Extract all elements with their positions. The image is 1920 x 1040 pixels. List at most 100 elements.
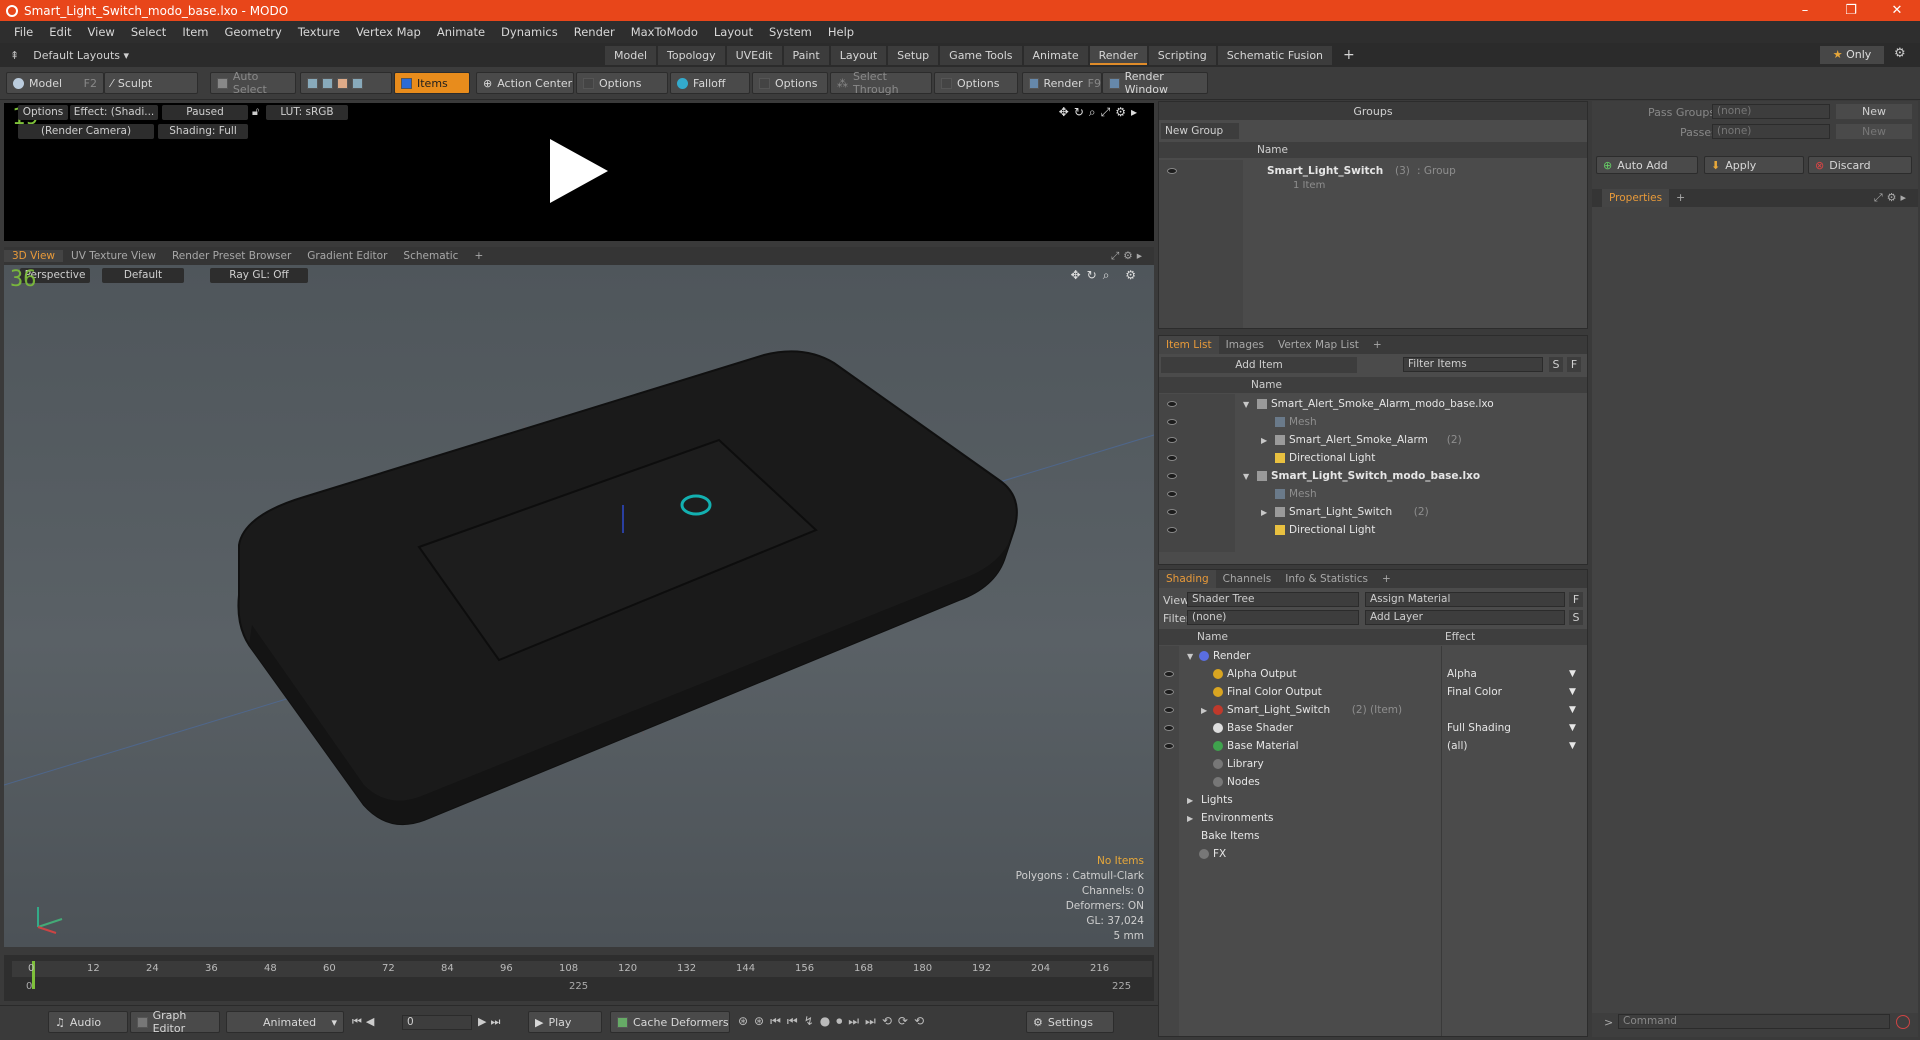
gear-icon[interactable]: ⚙: [1894, 46, 1906, 61]
f-toggle[interactable]: F: [1569, 592, 1583, 607]
audio-button[interactable]: ♫ Audio: [48, 1011, 128, 1033]
menu-dynamics[interactable]: Dynamics: [493, 25, 566, 39]
shader-tree-row[interactable]: Bake Items: [1159, 827, 1587, 845]
layout-collapse-icon[interactable]: ⇞: [10, 49, 19, 62]
add-viewport-tab[interactable]: +: [466, 250, 491, 262]
item-list-row[interactable]: ▼ Smart_Alert_Smoke_Alarm_modo_base.lxo: [1159, 395, 1587, 413]
tab-model[interactable]: Model: [605, 45, 657, 65]
edges-mode-icon[interactable]: [322, 77, 333, 89]
item-list-row[interactable]: ▼ Smart_Light_Switch_modo_base.lxo: [1159, 467, 1587, 485]
add-item-dropdown[interactable]: Add Item: [1161, 357, 1357, 373]
tab-uvedit[interactable]: UVEdit: [726, 45, 782, 65]
render-preview[interactable]: 19 Options Effect: (Shadi... Paused 🔓︎ L…: [4, 103, 1154, 241]
settings-button[interactable]: ⚙ Settings: [1026, 1011, 1114, 1033]
add-tab-button[interactable]: +: [1676, 191, 1685, 204]
only-toggle[interactable]: ★ Only: [1820, 46, 1884, 64]
timeline[interactable]: 0 12 24 36 48 60 72 84 96 108 120 132 144 156 168 180 19…: [4, 955, 1154, 1001]
render-window-button[interactable]: Render Window: [1102, 70, 1208, 96]
visibility-eye-icon[interactable]: [1167, 527, 1177, 533]
effect-dropdown[interactable]: Effect: (Shadi...: [70, 105, 158, 120]
chevron-down-icon[interactable]: ▼: [1569, 687, 1576, 697]
item-list-row[interactable]: Mesh: [1159, 485, 1587, 503]
visibility-eye-icon[interactable]: [1164, 671, 1174, 677]
materials-mode-icon[interactable]: [352, 77, 363, 89]
lock-icon[interactable]: 🔓︎: [252, 105, 259, 119]
expand-chevron-icon[interactable]: ▶: [1187, 814, 1193, 823]
menu-edit[interactable]: Edit: [41, 25, 79, 39]
shader-tree-row[interactable]: Base Material (all) ▼: [1159, 737, 1587, 755]
play-button[interactable]: ▶ Play: [528, 1011, 602, 1033]
visibility-eye-icon[interactable]: [1167, 473, 1177, 479]
effect-dropdown[interactable]: (all): [1447, 740, 1467, 752]
menu-select[interactable]: Select: [123, 25, 174, 39]
tab-properties[interactable]: Properties: [1602, 189, 1670, 207]
discard-button[interactable]: ⊗ Discard: [1808, 156, 1912, 174]
expand-chevron-icon[interactable]: ▶: [1261, 508, 1267, 517]
passes-dropdown[interactable]: (none): [1712, 124, 1830, 139]
visibility-eye-icon[interactable]: [1167, 509, 1177, 515]
chevron-down-icon[interactable]: ▼: [1569, 723, 1576, 733]
step-forward-icons[interactable]: ▶⏭: [478, 1015, 504, 1029]
visibility-eye-icon[interactable]: [1167, 437, 1177, 443]
minimize-button[interactable]: –: [1782, 0, 1828, 21]
vertices-mode-icon[interactable]: [307, 77, 318, 89]
menu-item[interactable]: Item: [174, 25, 216, 39]
record-icon[interactable]: [1896, 1015, 1910, 1029]
visibility-eye-icon[interactable]: [1164, 743, 1174, 749]
visibility-eye-icon[interactable]: [1167, 455, 1177, 461]
s-toggle[interactable]: S: [1569, 610, 1583, 625]
group-row[interactable]: Smart_Light_Switch (3) : Group: [1159, 162, 1587, 180]
apply-button[interactable]: ⬇ Apply: [1704, 156, 1804, 174]
animated-dropdown[interactable]: Animated ▾: [226, 1011, 344, 1033]
tab-vertex-map-list[interactable]: Vertex Map List: [1271, 336, 1366, 354]
item-list-row[interactable]: Mesh: [1159, 413, 1587, 431]
shader-tree-row[interactable]: Alpha Output Alpha ▼: [1159, 665, 1587, 683]
action-center-button[interactable]: ⊕ Action Center: [476, 72, 574, 94]
tab-scripting[interactable]: Scripting: [1148, 45, 1216, 65]
chevron-down-icon[interactable]: ▼: [1569, 705, 1576, 715]
tab-uv-texture-view[interactable]: UV Texture View: [63, 250, 164, 262]
auto-add-button[interactable]: ⊕ Auto Add: [1596, 156, 1698, 174]
key-tools-icons[interactable]: ⊛⊛⏮⏮↯●⏺⏭⏭⟲⟳⟲: [738, 1014, 930, 1029]
menu-geometry[interactable]: Geometry: [217, 25, 290, 39]
visibility-eye-icon[interactable]: [1164, 725, 1174, 731]
tab-setup[interactable]: Setup: [888, 45, 939, 65]
tab-topology[interactable]: Topology: [658, 45, 725, 65]
visibility-eye-icon[interactable]: [1164, 707, 1174, 713]
camera-dropdown[interactable]: (Render Camera): [18, 124, 154, 139]
tab-item-list[interactable]: Item List: [1159, 336, 1219, 354]
add-tab-button[interactable]: +: [1334, 46, 1364, 65]
view-dropdown[interactable]: Shader Tree: [1187, 592, 1359, 607]
select-through-button[interactable]: ⁂ Select Through: [830, 70, 932, 96]
new-pass-group-button[interactable]: New: [1836, 104, 1912, 119]
expand-chevron-icon[interactable]: ▼: [1243, 472, 1249, 481]
add-layer-dropdown[interactable]: Add Layer: [1365, 610, 1565, 625]
menu-render[interactable]: Render: [566, 25, 623, 39]
default-style-dropdown[interactable]: Default: [102, 268, 184, 283]
shader-tree-row[interactable]: Base Shader Full Shading ▼: [1159, 719, 1587, 737]
effect-dropdown[interactable]: Final Color: [1447, 686, 1502, 698]
expand-chevron-icon[interactable]: ▶: [1187, 796, 1193, 805]
items-mode-button[interactable]: Items: [394, 72, 470, 94]
action-center-options-button[interactable]: Options: [576, 72, 668, 94]
visibility-eye-icon[interactable]: [1167, 419, 1177, 425]
menu-file[interactable]: File: [6, 25, 41, 39]
menu-system[interactable]: System: [761, 25, 820, 39]
graph-editor-button[interactable]: Graph Editor: [130, 1009, 220, 1035]
frame-input[interactable]: 0: [402, 1015, 472, 1030]
shader-tree-row[interactable]: Nodes: [1159, 773, 1587, 791]
tab-render-preset-browser[interactable]: Render Preset Browser: [164, 250, 299, 262]
tab-schematic-fusion[interactable]: Schematic Fusion: [1217, 45, 1333, 65]
shader-tree-row[interactable]: ▶ Lights: [1159, 791, 1587, 809]
tab-3d-view[interactable]: 3D View: [4, 250, 64, 262]
effect-dropdown[interactable]: Full Shading: [1447, 722, 1511, 734]
shader-tree-row[interactable]: Library: [1159, 755, 1587, 773]
polygons-mode-icon[interactable]: [337, 77, 348, 89]
filter-dropdown[interactable]: (none): [1187, 610, 1359, 625]
tab-layout[interactable]: Layout: [830, 45, 887, 65]
tab-shading[interactable]: Shading: [1159, 570, 1216, 588]
shader-tree-row[interactable]: FX: [1159, 845, 1587, 863]
filter-items-input[interactable]: Filter Items: [1403, 357, 1543, 372]
step-back-icons[interactable]: ⏮◀: [352, 1015, 378, 1029]
raygl-toggle[interactable]: Ray GL: Off: [210, 268, 308, 283]
